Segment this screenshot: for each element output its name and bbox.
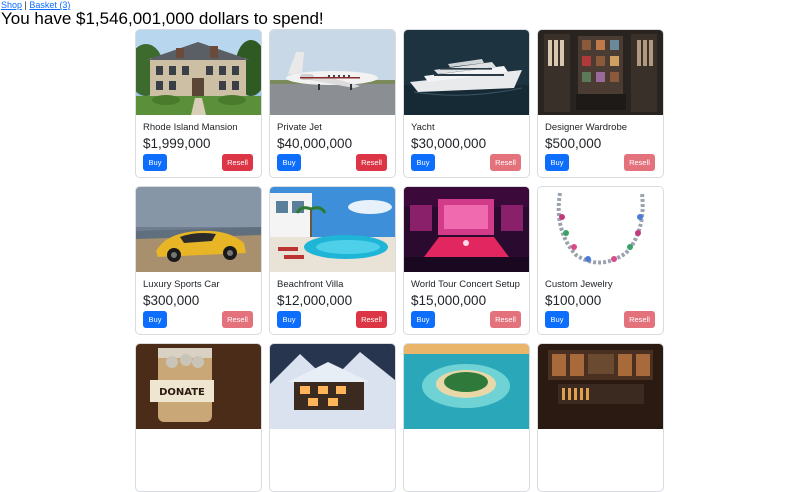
- product-card: [403, 343, 530, 492]
- product-card: Custom Jewelry $100,000 Buy Resell: [537, 186, 664, 335]
- product-title: Yacht: [411, 122, 435, 133]
- jet-image: [270, 30, 395, 115]
- product-card: Luxury Sports Car $300,000 Buy Resell: [135, 186, 262, 335]
- product-title: World Tour Concert Setup: [411, 279, 520, 290]
- private-island-image: [404, 344, 529, 429]
- jewelry-image: [538, 187, 663, 272]
- product-title: Luxury Sports Car: [143, 279, 220, 290]
- product-price: $40,000,000: [277, 136, 353, 151]
- product-price: $12,000,000: [277, 293, 353, 308]
- wardrobe-image: [538, 30, 663, 115]
- mansion-image: [136, 30, 261, 115]
- product-card: Yacht $30,000,000 Buy Resell: [403, 29, 530, 178]
- yacht-image: [404, 30, 529, 115]
- product-card: [537, 343, 664, 492]
- product-card: Designer Wardrobe $500,000 Buy Resell: [537, 29, 664, 178]
- buy-button[interactable]: Buy: [545, 154, 569, 171]
- product-price: $1,999,000: [143, 136, 211, 151]
- svg-text:DONATE: DONATE: [159, 387, 205, 398]
- product-price: $500,000: [545, 136, 602, 151]
- product-price: $30,000,000: [411, 136, 487, 151]
- resell-button[interactable]: Resell: [624, 154, 655, 171]
- resell-button[interactable]: Resell: [490, 154, 521, 171]
- resell-button[interactable]: Resell: [356, 154, 387, 171]
- sports-car-image: [136, 187, 261, 272]
- product-card: DONATE: [135, 343, 262, 492]
- product-title: Designer Wardrobe: [545, 122, 628, 133]
- product-price: $15,000,000: [411, 293, 487, 308]
- resell-button[interactable]: Resell: [624, 311, 655, 328]
- product-price: $100,000: [545, 293, 602, 308]
- resell-button[interactable]: Resell: [490, 311, 521, 328]
- product-card: Beachfront Villa $12,000,000 Buy Resell: [269, 186, 396, 335]
- recording-studio-image: [538, 344, 663, 429]
- buy-button[interactable]: Buy: [545, 311, 569, 328]
- product-card: Rhode Island Mansion $1,999,000 Buy Rese…: [135, 29, 262, 178]
- buy-button[interactable]: Buy: [143, 154, 167, 171]
- snowy-chalet-image: [270, 344, 395, 429]
- resell-button[interactable]: Resell: [356, 311, 387, 328]
- buy-button[interactable]: Buy: [277, 311, 301, 328]
- villa-image: [270, 187, 395, 272]
- product-title: Custom Jewelry: [545, 279, 613, 290]
- product-grid: Rhode Island Mansion $1,999,000 Buy Rese…: [135, 29, 664, 492]
- resell-button[interactable]: Resell: [222, 154, 253, 171]
- product-card: World Tour Concert Setup $15,000,000 Buy…: [403, 186, 530, 335]
- buy-button[interactable]: Buy: [143, 311, 167, 328]
- product-title: Rhode Island Mansion: [143, 122, 238, 133]
- concert-image: [404, 187, 529, 272]
- donation-jar-image: DONATE: [136, 344, 261, 429]
- buy-button[interactable]: Buy: [411, 311, 435, 328]
- buy-button[interactable]: Buy: [411, 154, 435, 171]
- product-card: [269, 343, 396, 492]
- product-title: Beachfront Villa: [277, 279, 344, 290]
- resell-button[interactable]: Resell: [222, 311, 253, 328]
- product-card: Private Jet $40,000,000 Buy Resell: [269, 29, 396, 178]
- budget-headline: You have $1,546,001,000 dollars to spend…: [1, 9, 324, 28]
- product-title: Private Jet: [277, 122, 322, 133]
- buy-button[interactable]: Buy: [277, 154, 301, 171]
- product-price: $300,000: [143, 293, 200, 308]
